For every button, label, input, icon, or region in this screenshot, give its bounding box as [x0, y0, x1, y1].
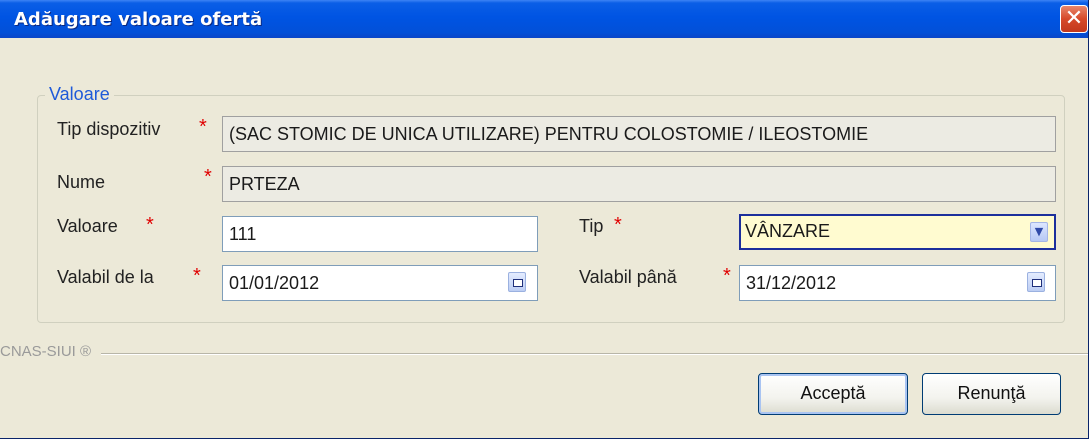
group-legend: Valoare	[45, 84, 114, 105]
window-title: Adăugare valoare ofertă	[14, 9, 263, 30]
cancel-button[interactable]: Renunţă	[922, 373, 1061, 415]
tip-select[interactable]: VÂNZARE	[739, 214, 1056, 250]
valabil-de-la-label: Valabil de la	[57, 267, 154, 287]
footer-separator	[0, 353, 1088, 355]
nume-label: Nume	[57, 172, 106, 192]
required-marker: *	[614, 214, 622, 236]
required-marker: *	[193, 265, 201, 287]
valabil-de-la-input[interactable]: 01/01/2012	[222, 265, 538, 301]
close-button[interactable]: ✕	[1060, 5, 1088, 33]
valabil-pana-label: Valabil până	[579, 267, 677, 287]
required-marker: *	[723, 265, 731, 287]
nume-field: PRTEZA	[222, 166, 1056, 202]
tip-selected-value: VÂNZARE	[745, 221, 831, 241]
calendar-icon	[513, 279, 523, 287]
close-icon: ✕	[1064, 6, 1084, 31]
required-marker: *	[204, 166, 212, 188]
tip-dispozitiv-label: Tip dispozitiv	[57, 119, 161, 139]
tip-dropdown-button[interactable]: ▼	[1030, 222, 1048, 242]
brand-label: CNAS-SIUI ®	[0, 343, 102, 360]
tip-label: Tip	[579, 216, 604, 236]
calendar-icon	[1032, 279, 1042, 287]
dialog-window: Adăugare valoare ofertă ✕ Valoare Tip di…	[0, 0, 1089, 439]
valabil-de-la-calendar-button[interactable]	[508, 272, 526, 292]
title-bar[interactable]: Adăugare valoare ofertă ✕	[0, 0, 1088, 38]
chevron-down-icon: ▼	[1034, 225, 1044, 238]
valoare-label: Valoare	[57, 216, 118, 236]
valabil-pana-input[interactable]: 31/12/2012	[739, 265, 1056, 301]
valabil-pana-calendar-button[interactable]	[1027, 272, 1045, 292]
required-marker: *	[146, 214, 154, 236]
required-marker: *	[199, 116, 207, 138]
tip-dispozitiv-field: (SAC STOMIC DE UNICA UTILIZARE) PENTRU C…	[222, 116, 1056, 152]
accept-button[interactable]: Acceptă	[758, 373, 908, 415]
valoare-input[interactable]: 111	[222, 216, 538, 252]
